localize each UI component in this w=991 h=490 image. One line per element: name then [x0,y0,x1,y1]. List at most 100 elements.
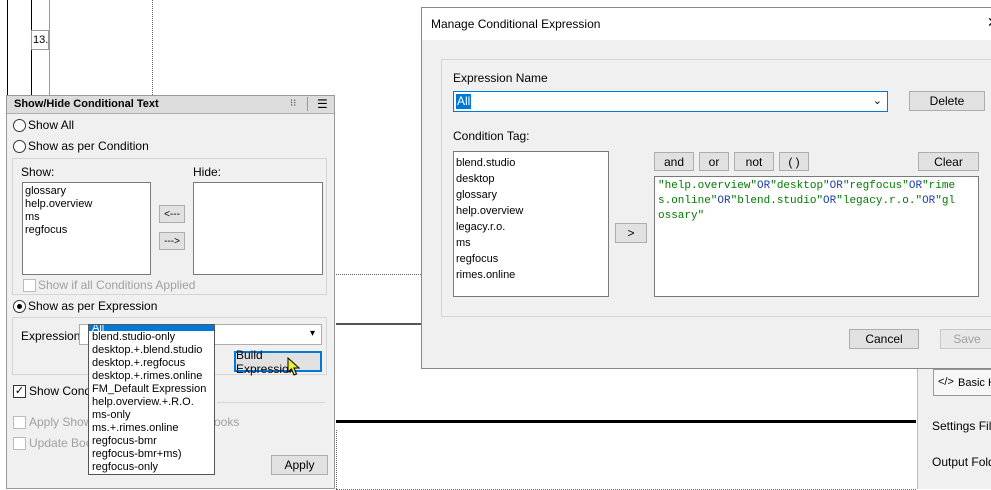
expression-option[interactable]: ms.+.rimes.online [89,422,214,435]
delete-button[interactable]: Delete [909,91,985,111]
or-keyword: OR [829,180,843,192]
document-guide [152,0,153,95]
show-list-item[interactable]: glossary [23,185,150,198]
expression-option[interactable]: regfocus-only [89,461,214,474]
expression-option[interactable]: regfocus-bmr [89,435,214,448]
show-list-item[interactable]: ms [23,211,150,224]
condition-string: "regfocus" [842,180,909,192]
or-keyword: OR [922,195,936,207]
show-cond-checkbox[interactable]: ✓ [13,385,26,398]
close-icon[interactable]: ✕ [987,14,991,31]
expression-label: Expression: [21,329,84,343]
cancel-button[interactable]: Cancel [849,329,919,349]
add-tag-button[interactable]: > [615,223,647,243]
show-list-label: Show: [21,165,55,179]
expression-option[interactable]: desktop.+.blend.studio [89,344,214,357]
settings-file-label: Settings File: [932,419,991,433]
or-keyword: OR [717,195,731,207]
expression-option[interactable]: desktop.+.rimes.online [89,370,214,383]
show-all-label: Show All [28,118,75,132]
condition-tag-item[interactable]: rimes.online [454,267,608,283]
show-if-all-checkbox[interactable] [23,279,36,292]
and-operator-button[interactable]: and [654,152,694,171]
drag-handle-icon[interactable]: ⁝⁝ [290,98,296,109]
show-list-item[interactable]: regfocus [23,224,150,237]
show-all-radio[interactable] [13,119,26,132]
expression-line: "help.overview"OR"desktop"OR"regfocus"OR… [658,179,978,194]
save-button[interactable]: Save [940,329,991,349]
hide-list-label: Hide: [193,165,222,179]
code-icon: </> [938,376,954,388]
move-to-show-button[interactable]: <--- [159,205,185,223]
panel-title-bar: Show/Hide Conditional Text ⁝⁝ ☰ [7,96,334,114]
move-to-hide-button[interactable]: ---> [159,232,185,250]
show-if-all-label: Show if all Conditions Applied [38,278,196,292]
parentheses-button[interactable]: ( ) [779,152,809,171]
expression-option[interactable]: FM_Default Expression [89,383,214,396]
hide-list[interactable] [193,182,323,275]
show-per-expression-label: Show as per Expression [28,299,158,313]
show-cond-label: Show Cond [29,384,92,398]
condition-group: Show: Hide: glossary help.overview ms regfo… [12,158,327,295]
or-keyword: OR [908,180,923,192]
or-keyword: OR [823,195,837,207]
document-margin-line [7,0,8,95]
expression-text-area[interactable]: "help.overview"OR"desktop"OR"regfocus"OR… [654,176,979,297]
condition-string: "desktop" [770,180,830,192]
expression-option[interactable]: help.overview.+.R.O. [89,396,214,409]
expression-name-combobox[interactable]: All ⌄ [453,91,888,112]
expression-name-label: Expression Name [453,71,548,85]
chevron-down-icon: ⌄ [872,95,882,107]
show-per-expression-radio[interactable] [13,300,26,313]
condition-tag-list[interactable]: blend.studio desktop glossary help.overview… [453,151,609,297]
right-panel: </> Basic H Settings File: Output Folde [917,369,991,489]
condition-tag-item[interactable]: legacy.r.o. [454,219,608,235]
condition-tag-item[interactable]: blend.studio [454,155,608,171]
line-number: 13. [31,30,49,50]
clear-button[interactable]: Clear [918,152,979,171]
expression-option[interactable]: desktop.+.regfocus [89,357,214,370]
title-separator [307,97,308,111]
document-rule [336,323,421,325]
apply-show-label: Apply Show [29,415,93,429]
condition-tag-item[interactable]: glossary [454,187,608,203]
condition-tag-item[interactable]: regfocus [454,251,608,267]
condition-string: "gl [935,195,956,207]
not-operator-button[interactable]: not [734,152,774,171]
condition-tag-item[interactable]: desktop [454,171,608,187]
or-operator-button[interactable]: or [699,152,729,171]
expression-option[interactable]: ms-only [89,409,214,422]
condition-tag-item[interactable]: help.overview [454,203,608,219]
dialog-title: Manage Conditional Expression [431,17,601,31]
condition-string: "help.overview" [658,180,758,192]
condition-string: "blend.studio" [730,195,824,207]
output-folder-label: Output Folde [932,455,991,469]
document-rule [336,420,916,423]
apply-button[interactable]: Apply [271,455,328,475]
basic-tab[interactable]: </> Basic H [933,369,991,396]
condition-tag-label: Condition Tag: [453,129,530,143]
expression-option[interactable]: blend.studio-only [89,331,214,344]
panel-title: Show/Hide Conditional Text [14,98,159,110]
apply-show-checkbox[interactable] [13,416,26,429]
expression-line: ossary" [658,209,978,224]
expression-dropdown-list[interactable]: All blend.studio-only desktop.+.blend.stud… [88,324,215,475]
chevron-down-icon: ▾ [309,328,315,339]
expression-option[interactable]: regfocus-bmr+ms) [89,448,214,461]
build-expression-button[interactable]: Build Expression [234,348,322,376]
panel-menu-icon[interactable]: ☰ [317,97,328,111]
show-per-condition-radio[interactable] [13,140,26,153]
condition-string: "legacy.r.o." [836,195,923,207]
separator [217,402,325,403]
show-list-item[interactable]: help.overview [23,198,150,211]
mouse-cursor-icon [287,356,301,377]
condition-tag-item[interactable]: ms [454,235,608,251]
condition-string: "rime [922,180,956,192]
document-guide [336,430,337,489]
expression-editor-group: Expression Name All ⌄ Delete Condition T… [441,59,991,317]
books-label: ooks [214,415,240,429]
update-book-checkbox[interactable] [13,437,26,450]
show-list[interactable]: glossary help.overview ms regfocus [22,182,151,275]
condition-string: s.online" [658,195,718,207]
dialog-title-bar: Manage Conditional Expression ✕ [422,8,991,40]
